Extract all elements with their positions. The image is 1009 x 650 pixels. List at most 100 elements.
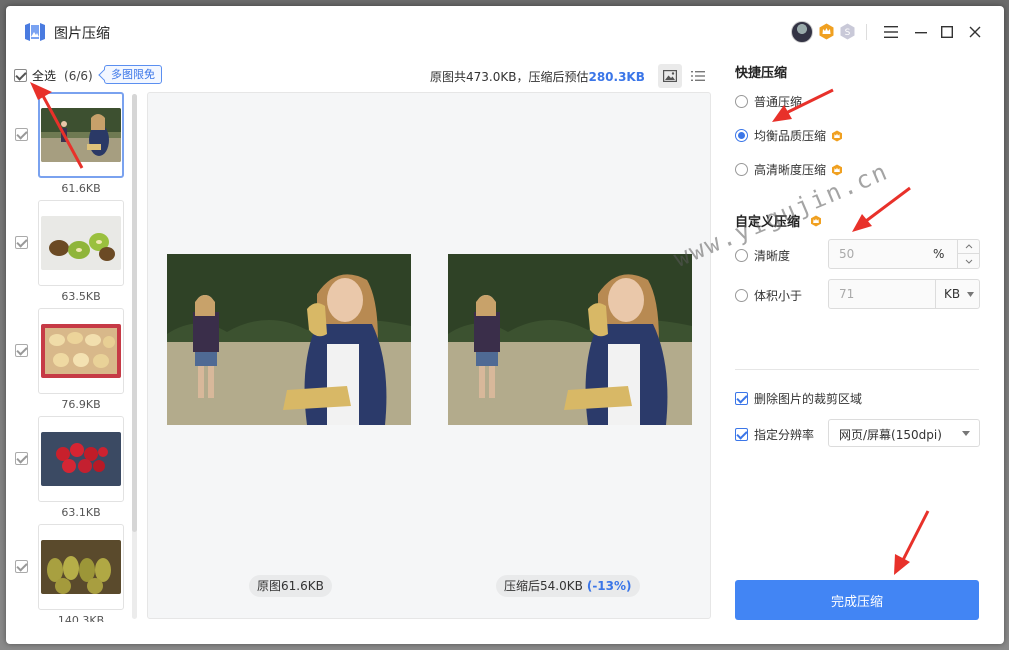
select-all-label: 全选	[32, 69, 57, 83]
compressed-percent: (-13%)	[586, 579, 632, 593]
image-compress-logo-icon	[25, 23, 45, 41]
original-size-label: 原图61.6KB	[249, 575, 332, 597]
size-unit-select[interactable]: KB	[935, 280, 979, 308]
thumbnail-image	[41, 324, 121, 378]
stepper-down-button[interactable]	[958, 254, 979, 268]
list-view-button[interactable]	[686, 64, 710, 88]
resolution-option[interactable]: 指定分辨率	[735, 426, 814, 443]
item-checkbox[interactable]	[15, 344, 28, 357]
item-checkbox[interactable]	[15, 128, 28, 141]
quick-option-balanced-radio[interactable]	[735, 129, 748, 142]
select-all-count: (6/6)	[64, 68, 93, 83]
custom-option-size[interactable]: 体积小于	[735, 287, 802, 304]
item-size: 61.6KB	[61, 182, 101, 195]
image-list: 61.6KB 63.5KB 76.9KB 63.1KB 140.3KB	[6, 92, 142, 622]
remove-crop-label: 删除图片的裁剪区域	[754, 392, 863, 406]
item-size: 140.3KB	[57, 614, 105, 622]
list-item[interactable]: 76.9KB	[6, 308, 131, 416]
list-item[interactable]: 140.3KB	[6, 524, 131, 622]
resolution-checkbox[interactable]	[735, 428, 748, 441]
list-view-icon	[691, 71, 705, 81]
svip-badge-icon[interactable]: S	[839, 23, 856, 40]
caret-down-icon	[967, 292, 974, 297]
svg-text:S: S	[845, 28, 851, 38]
title-bar: 图片压缩 S	[6, 6, 1004, 58]
resolution-value: 网页/屏幕(150dpi)	[839, 428, 942, 442]
minimize-button[interactable]	[910, 21, 932, 43]
size-unit: KB	[944, 287, 961, 301]
free-badge: 多图限免	[104, 65, 162, 84]
maximize-icon	[941, 26, 953, 38]
clarity-input[interactable]: 50 %	[828, 239, 980, 269]
compressed-photo	[448, 254, 692, 425]
preview-area: 原图61.6KB 压缩后54.0KB (-13%)	[147, 92, 711, 619]
quick-option-hd-radio[interactable]	[735, 163, 748, 176]
image-view-button[interactable]	[658, 64, 682, 88]
quick-option-hd-label: 高清晰度压缩	[754, 163, 827, 177]
size-value: 71	[839, 287, 855, 301]
crown-vip-icon	[832, 130, 843, 141]
thumbnail-image	[41, 108, 121, 162]
thumbnail[interactable]	[38, 200, 124, 286]
maximize-button[interactable]	[936, 21, 958, 43]
item-size: 63.1KB	[61, 506, 101, 519]
custom-option-clarity-radio[interactable]	[735, 249, 748, 262]
thumbnail[interactable]	[38, 416, 124, 502]
clarity-stepper[interactable]	[957, 240, 979, 268]
list-item[interactable]: 63.1KB	[6, 416, 131, 524]
resolution-label: 指定分辨率	[754, 428, 815, 442]
quick-option-normal-label: 普通压缩	[754, 95, 803, 109]
thumbnail[interactable]	[38, 308, 124, 394]
quick-compress-title: 快捷压缩	[735, 66, 788, 81]
options-divider	[735, 369, 979, 370]
custom-option-clarity[interactable]: 清晰度	[735, 247, 790, 264]
list-item[interactable]: 63.5KB	[6, 200, 131, 308]
quick-option-normal[interactable]: 普通压缩	[735, 93, 802, 110]
menu-button[interactable]	[880, 21, 902, 43]
size-input[interactable]: 71 KB	[828, 279, 980, 309]
thumbnail[interactable]	[38, 92, 124, 178]
custom-option-clarity-label: 清晰度	[754, 249, 791, 263]
list-item[interactable]: 61.6KB	[6, 92, 131, 200]
compressed-size-label: 压缩后54.0KB (-13%)	[496, 575, 640, 597]
thumbnail-image	[41, 540, 121, 594]
close-icon	[969, 26, 981, 38]
remove-crop-checkbox[interactable]	[735, 392, 748, 405]
image-view-icon	[663, 70, 677, 82]
chevron-down-icon	[965, 259, 972, 264]
size-summary: 原图共473.0KB，压缩后预估280.3KB	[430, 68, 645, 85]
custom-option-size-label: 体积小于	[754, 289, 803, 303]
item-checkbox[interactable]	[15, 236, 28, 249]
compressed-size-text: 压缩后54.0KB	[504, 579, 583, 593]
caret-down-icon	[962, 431, 970, 436]
hamburger-menu-icon	[884, 26, 898, 38]
select-all-checkbox[interactable]	[14, 69, 27, 82]
item-checkbox[interactable]	[15, 560, 28, 573]
minimize-icon	[915, 32, 927, 34]
list-scrollbar-thumb[interactable]	[132, 94, 137, 532]
item-size: 63.5KB	[61, 290, 101, 303]
close-button[interactable]	[964, 21, 986, 43]
finish-compress-button[interactable]: 完成压缩	[735, 580, 979, 620]
quick-option-normal-radio[interactable]	[735, 95, 748, 108]
item-checkbox[interactable]	[15, 452, 28, 465]
item-size: 76.9KB	[61, 398, 101, 411]
stepper-up-button[interactable]	[958, 240, 979, 254]
list-scrollbar[interactable]	[132, 94, 137, 619]
clarity-unit: %	[933, 247, 945, 261]
summary-estimate: 280.3KB	[588, 70, 645, 84]
custom-option-size-radio[interactable]	[735, 289, 748, 302]
remove-crop-option[interactable]: 删除图片的裁剪区域	[735, 390, 862, 407]
quick-option-balanced[interactable]: 均衡品质压缩	[735, 127, 843, 144]
user-avatar[interactable]	[791, 21, 813, 43]
thumbnail-image	[41, 432, 121, 486]
app-title: 图片压缩	[54, 26, 110, 42]
crown-vip-icon[interactable]	[818, 23, 835, 40]
thumbnail[interactable]	[38, 524, 124, 610]
app-window: 图片压缩 S 全选 (6/6) 多图限免 61.6KB 63.5KB 76.9K…	[6, 6, 1004, 644]
original-photo	[167, 254, 411, 425]
resolution-select[interactable]: 网页/屏幕(150dpi)	[828, 419, 980, 447]
quick-option-hd[interactable]: 高清晰度压缩	[735, 161, 843, 178]
clarity-value: 50	[839, 247, 855, 261]
select-all[interactable]: 全选 (6/6)	[14, 67, 93, 84]
